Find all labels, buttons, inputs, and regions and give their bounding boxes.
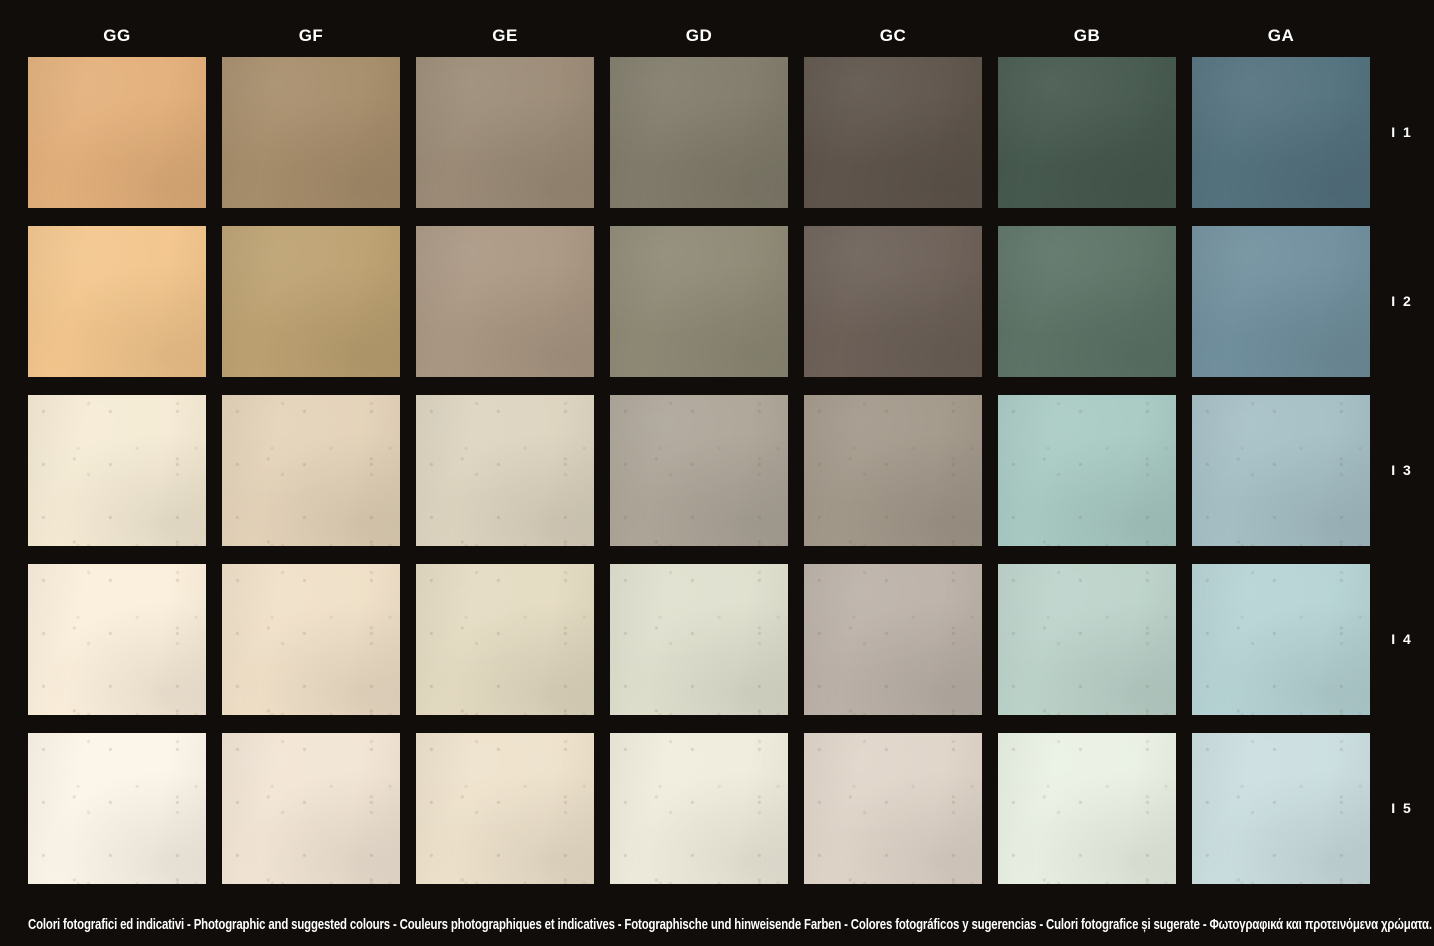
row-label-i4: I 4 bbox=[1370, 631, 1434, 647]
swatch-ga-i4 bbox=[1192, 564, 1370, 715]
footer-caption-text: Colori fotografici ed indicativi - Photo… bbox=[28, 915, 1097, 935]
swatch-gc-i2 bbox=[804, 226, 982, 377]
swatch-gf-i2 bbox=[222, 226, 400, 377]
swatch-gc-i5 bbox=[804, 733, 982, 884]
column-header-gg: GG bbox=[28, 27, 206, 57]
swatch-gf-i1 bbox=[222, 57, 400, 208]
swatch-grid-area: GG GF GE GD GC GB GA bbox=[28, 0, 1370, 884]
swatch-ge-i1 bbox=[416, 57, 594, 208]
swatch-ga-i2 bbox=[1192, 226, 1370, 377]
swatch-gc-i1 bbox=[804, 57, 982, 208]
swatch-gd-i4 bbox=[610, 564, 788, 715]
swatch-ge-i2 bbox=[416, 226, 594, 377]
swatch-ga-i3 bbox=[1192, 395, 1370, 546]
swatch-gb-i1 bbox=[998, 57, 1176, 208]
swatch-gb-i5 bbox=[998, 733, 1176, 884]
swatch-ga-i5 bbox=[1192, 733, 1370, 884]
column-header-ga: GA bbox=[1192, 27, 1370, 57]
swatch-gb-i4 bbox=[998, 564, 1176, 715]
swatch-gb-i2 bbox=[998, 226, 1176, 377]
swatch-ga-i1 bbox=[1192, 57, 1370, 208]
swatch-gg-i3 bbox=[28, 395, 206, 546]
swatch-gg-i2 bbox=[28, 226, 206, 377]
row-label-i1: I 1 bbox=[1370, 124, 1434, 140]
swatch-gc-i3 bbox=[804, 395, 982, 546]
swatch-gg-i5 bbox=[28, 733, 206, 884]
swatch-gd-i1 bbox=[610, 57, 788, 208]
swatch-gd-i2 bbox=[610, 226, 788, 377]
swatch-gb-i3 bbox=[998, 395, 1176, 546]
swatch-grid bbox=[28, 57, 1370, 884]
row-label-i3: I 3 bbox=[1370, 462, 1434, 478]
row-label-i2: I 2 bbox=[1370, 293, 1434, 309]
swatch-gd-i5 bbox=[610, 733, 788, 884]
column-header-gb: GB bbox=[998, 27, 1176, 57]
swatch-gd-i3 bbox=[610, 395, 788, 546]
swatch-gf-i5 bbox=[222, 733, 400, 884]
swatch-gc-i4 bbox=[804, 564, 982, 715]
color-chart-page: GG GF GE GD GC GB GA bbox=[0, 0, 1434, 946]
column-header-gf: GF bbox=[222, 27, 400, 57]
column-header-ge: GE bbox=[416, 27, 594, 57]
swatch-gf-i3 bbox=[222, 395, 400, 546]
swatch-ge-i5 bbox=[416, 733, 594, 884]
row-label-column: I 1 I 2 I 3 I 4 I 5 bbox=[1370, 0, 1434, 946]
swatch-ge-i4 bbox=[416, 564, 594, 715]
column-header-gc: GC bbox=[804, 27, 982, 57]
swatch-gg-i4 bbox=[28, 564, 206, 715]
swatch-ge-i3 bbox=[416, 395, 594, 546]
column-header-gd: GD bbox=[610, 27, 788, 57]
footer-caption: Colori fotografici ed indicativi - Photo… bbox=[28, 915, 1434, 935]
swatch-gf-i4 bbox=[222, 564, 400, 715]
column-header-row: GG GF GE GD GC GB GA bbox=[28, 0, 1370, 57]
row-label-i5: I 5 bbox=[1370, 800, 1434, 816]
swatch-gg-i1 bbox=[28, 57, 206, 208]
